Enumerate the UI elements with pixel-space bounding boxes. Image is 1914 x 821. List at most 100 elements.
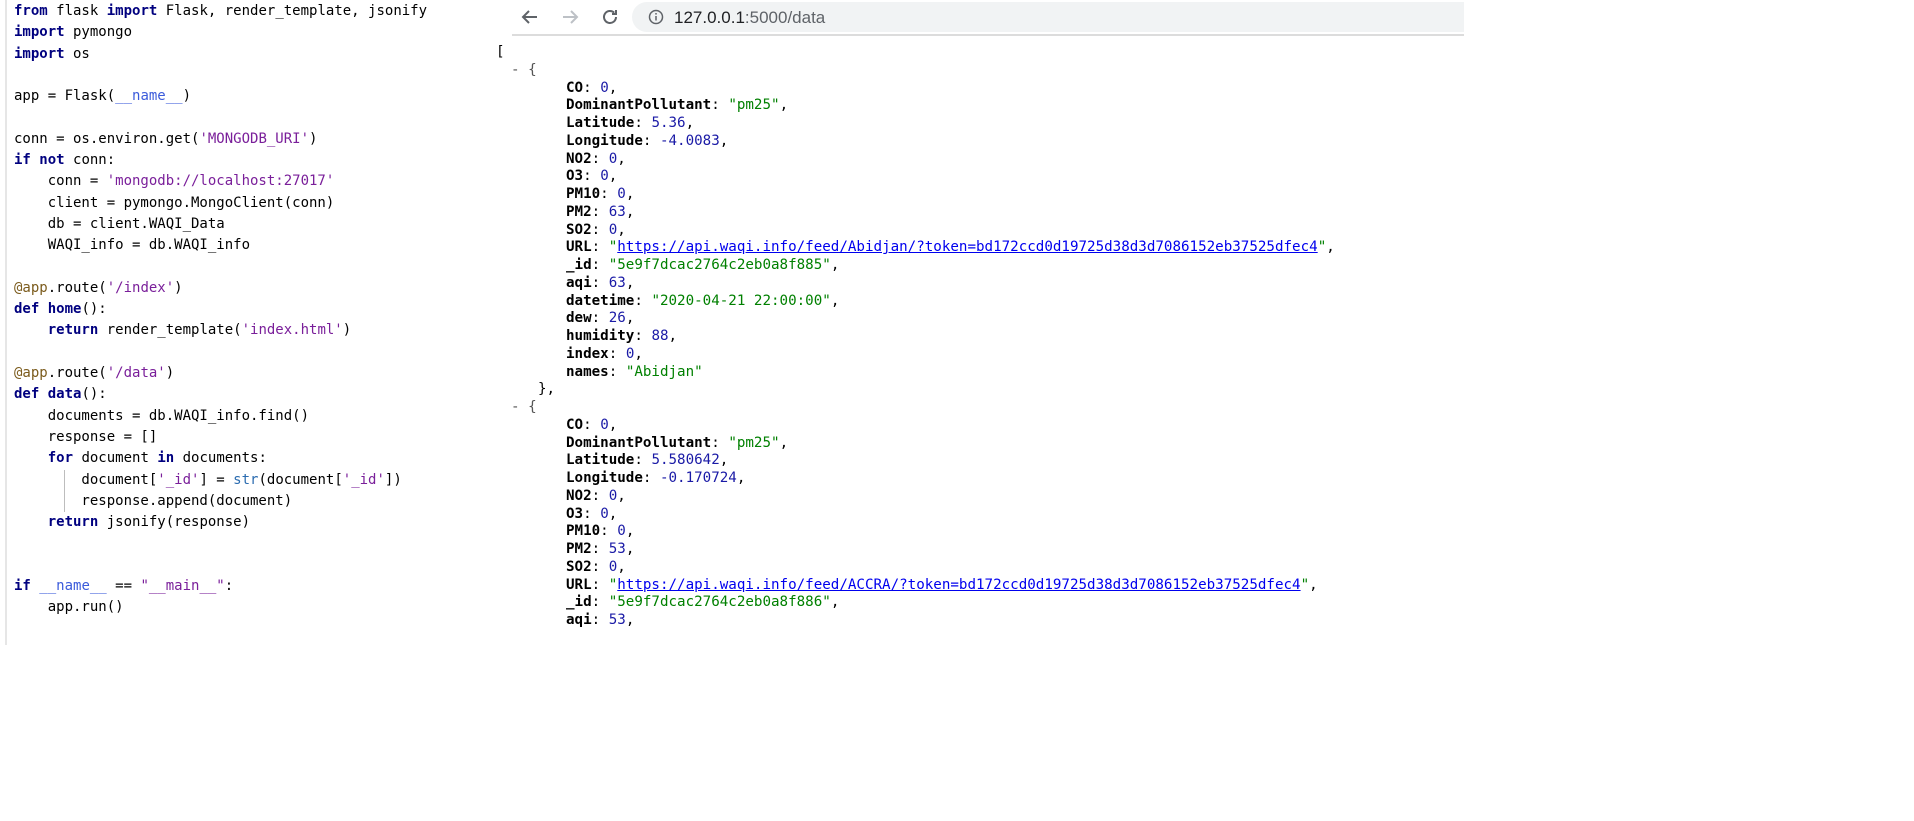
json-value: "5e9f7dcac2764c2eb0a8f886"	[608, 594, 831, 611]
code-line: app = Flask(__name__)	[14, 86, 427, 107]
code-token: str	[233, 471, 259, 488]
json-url-link[interactable]: https://api.waqi.info/feed/ACCRA/?token=…	[617, 577, 1300, 593]
json-value: 0	[600, 79, 609, 96]
code-editor[interactable]: from flask import Flask, render_template…	[0, 0, 470, 645]
json-object-toggle[interactable]: - {	[511, 397, 537, 418]
info-icon[interactable]	[648, 9, 664, 25]
json-quote: "	[1317, 239, 1327, 256]
json-value: -4.0083	[659, 132, 720, 149]
array-open-bracket: [	[496, 44, 505, 60]
code-token: @app	[14, 279, 48, 296]
json-comma: ,	[617, 487, 626, 504]
python-source-code[interactable]: from flask import Flask, render_template…	[14, 1, 427, 619]
json-value: 0	[608, 558, 618, 575]
json-value: 0	[600, 505, 609, 522]
url-host: 127.0.0.1	[674, 8, 745, 27]
code-line: def home():	[14, 299, 427, 320]
indent-guide	[64, 469, 65, 491]
reload-button[interactable]	[596, 4, 624, 30]
code-line: conn = 'mongodb://localhost:27017'	[14, 171, 427, 192]
code-line: import os	[14, 44, 427, 65]
json-colon: :	[591, 239, 609, 256]
code-token: response.append(document)	[14, 492, 293, 509]
json-comma: ,	[625, 274, 635, 291]
code-token: ():	[81, 301, 107, 318]
object-close-brace: },	[538, 381, 556, 398]
json-object-end: },	[538, 379, 555, 400]
code-token: .route(	[47, 365, 107, 382]
json-key: names	[566, 363, 609, 380]
json-colon: :	[642, 132, 660, 149]
json-url-link[interactable]: https://api.waqi.info/feed/Abidjan/?toke…	[617, 239, 1317, 255]
address-bar[interactable]: 127.0.0.1:5000/data	[632, 2, 1464, 32]
json-comma: ,	[608, 505, 618, 522]
url-path: :5000/data	[744, 8, 826, 27]
code-token: flask	[47, 3, 107, 19]
json-field: names: "Abidjan"	[566, 362, 703, 383]
json-key: O3	[566, 168, 584, 185]
forward-button[interactable]	[556, 4, 584, 30]
json-colon: :	[634, 292, 652, 309]
json-key: NO2	[566, 487, 592, 504]
code-token: home	[47, 301, 82, 318]
code-token: app.run()	[14, 599, 124, 616]
code-token: 'mongodb://localhost:27017'	[106, 173, 335, 190]
code-line: @app.route('/index')	[14, 278, 427, 299]
json-comma: ,	[608, 168, 618, 185]
json-comma: ,	[779, 97, 789, 114]
json-comma: ,	[625, 186, 635, 202]
json-colon: :	[711, 97, 729, 114]
code-token: '_id'	[157, 471, 200, 488]
code-line: return render_template('index.html')	[14, 320, 427, 341]
json-value: 0	[608, 487, 618, 504]
json-key: DominantPollutant	[566, 434, 712, 451]
code-token: import	[14, 45, 65, 62]
json-value: "pm25"	[728, 434, 780, 451]
code-token: .route(	[47, 279, 107, 296]
reload-icon	[603, 10, 617, 24]
json-key: CO	[566, 416, 584, 433]
json-comma: ,	[625, 203, 635, 220]
code-token: Flask, render_template, jsonify	[157, 3, 428, 19]
json-key: _id	[566, 257, 592, 273]
code-token: conn:	[64, 152, 116, 169]
json-colon: :	[600, 186, 618, 202]
json-key: SO2	[566, 221, 592, 238]
json-colon: :	[591, 221, 609, 238]
code-token: return	[47, 514, 99, 531]
json-value: 0	[600, 168, 609, 185]
json-object-toggle[interactable]: - {	[511, 60, 537, 81]
browser-toolbar: 127.0.0.1:5000/data	[512, 0, 1464, 36]
code-token: ():	[81, 386, 107, 403]
json-value: 53	[608, 612, 626, 628]
json-comma: ,	[719, 452, 729, 469]
code-token: jsonify(response)	[98, 514, 251, 531]
back-button[interactable]	[516, 4, 544, 30]
json-value: 0	[608, 221, 618, 238]
code-token: document[	[14, 471, 158, 488]
code-token: client = pymongo.MongoClient(conn)	[14, 194, 335, 211]
json-colon: :	[591, 310, 609, 327]
json-comma: ,	[608, 79, 618, 96]
code-token: __name__	[39, 578, 107, 595]
json-key: aqi	[566, 274, 592, 291]
json-comma: ,	[625, 541, 635, 557]
code-token: if	[14, 152, 31, 169]
code-token: )	[342, 322, 352, 339]
code-token: def	[14, 386, 40, 403]
json-colon: :	[591, 576, 609, 593]
collapse-toggle[interactable]: - {	[511, 62, 537, 78]
collapse-toggle[interactable]: - {	[511, 399, 537, 415]
json-colon: :	[591, 274, 609, 291]
url-text[interactable]: 127.0.0.1:5000/data	[674, 8, 825, 28]
json-key: O3	[566, 505, 584, 522]
json-comma: ,	[617, 150, 626, 167]
json-comma: ,	[736, 470, 746, 486]
json-value: 0	[617, 186, 626, 202]
